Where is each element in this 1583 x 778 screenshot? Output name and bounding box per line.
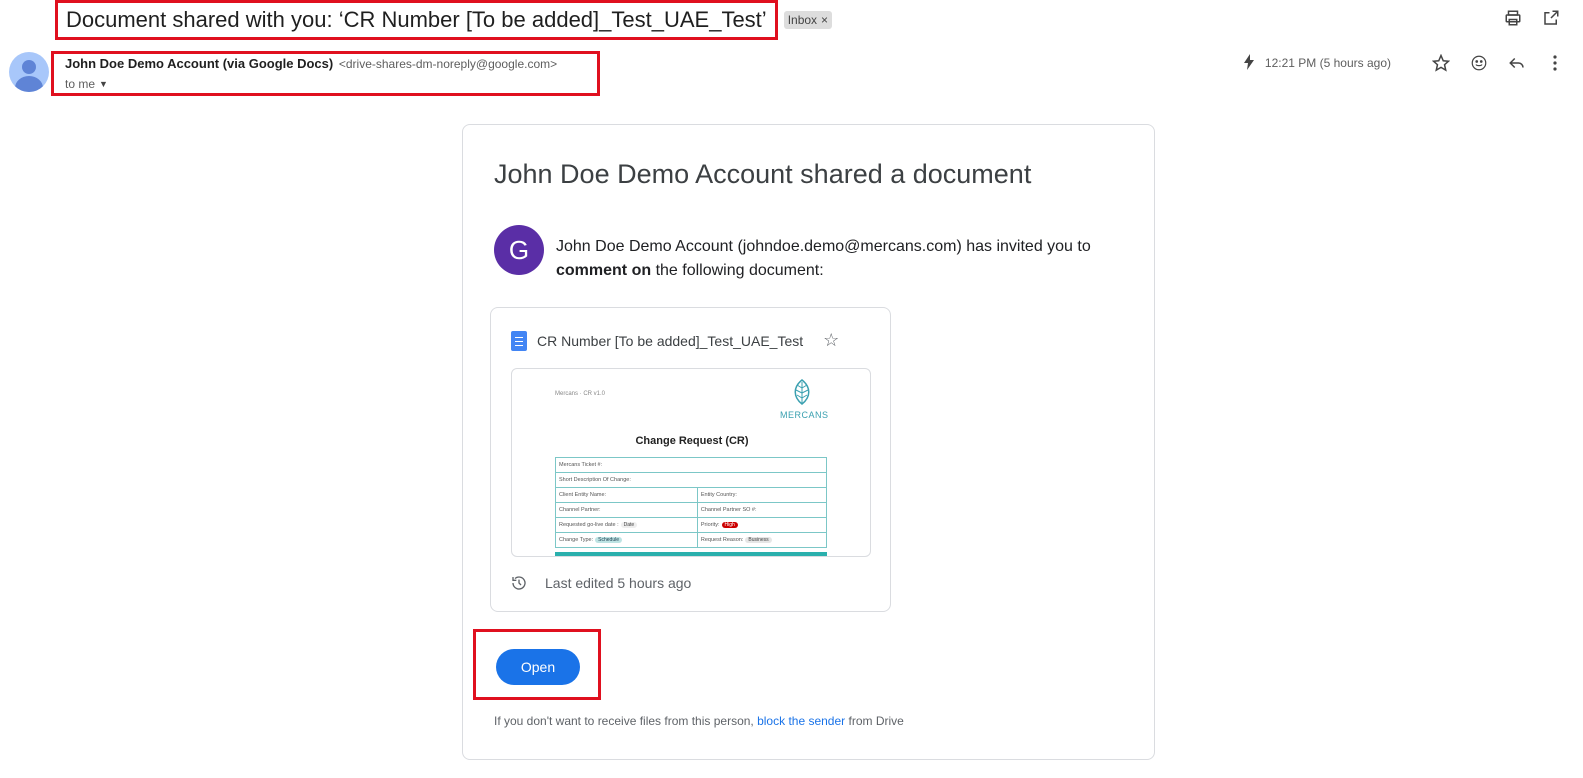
sender-name[interactable]: John Doe Demo Account (via Google Docs)	[65, 56, 333, 71]
sender-email: <drive-shares-dm-noreply@google.com>	[338, 57, 558, 71]
share-notification-card: John Doe Demo Account shared a document …	[462, 124, 1155, 760]
open-in-new-icon[interactable]	[1541, 8, 1561, 28]
recipient-text: to me	[65, 77, 96, 91]
invite-prefix: John Doe Demo Account (johndoe.demo@merc…	[556, 238, 1091, 255]
table-cell: Priority: High	[696, 517, 828, 533]
card-title: John Doe Demo Account shared a document	[494, 159, 1032, 189]
recipient-details-toggle[interactable]: to me ▼	[65, 77, 597, 91]
invite-permission: comment on	[556, 262, 652, 279]
email-subject: Document shared with you: ‘CR Number [To…	[66, 7, 767, 32]
sender-highlight-box: John Doe Demo Account (via Google Docs) …	[51, 51, 600, 96]
star-icon[interactable]	[1431, 53, 1451, 73]
sender-line: John Doe Demo Account (via Google Docs) …	[65, 56, 597, 71]
star-icon[interactable]: ☆	[823, 330, 839, 351]
sharer-avatar: G	[494, 225, 544, 275]
cell-label: Change Type:	[559, 537, 594, 543]
table-row: Short Description Of Change:	[555, 472, 827, 488]
table-cell: Short Description Of Change:	[555, 472, 827, 488]
footer-suffix: from Drive	[845, 714, 904, 728]
table-cell: Channel Partner SO #:	[696, 502, 828, 518]
subject-highlight-box: Document shared with you: ‘CR Number [To…	[55, 0, 778, 40]
last-edited-row: Last edited 5 hours ago	[511, 575, 691, 591]
message-meta: 12:21 PM (5 hours ago)	[1239, 52, 1565, 74]
table-cell: Request Reason: Business	[696, 532, 828, 548]
message-time: 12:21 PM (5 hours ago)	[1264, 56, 1391, 70]
table-row: Client Entity Name: Entity Country:	[555, 487, 828, 503]
print-icon[interactable]	[1503, 8, 1523, 28]
chevron-down-icon[interactable]: ▼	[99, 79, 108, 89]
mercans-logo: MERCANS	[780, 379, 829, 420]
table-cell: Channel Partner:	[555, 502, 698, 518]
table-row: Change Type: Schedule Request Reason: Busi…	[555, 532, 828, 548]
open-button[interactable]: Open	[496, 649, 580, 685]
change-type-chip: Schedule	[595, 537, 623, 543]
table-cell: Entity Country:	[696, 487, 828, 503]
document-name[interactable]: CR Number [To be added]_Test_UAE_Test	[537, 333, 803, 349]
google-docs-icon	[511, 330, 527, 351]
preview-title: Change Request (CR)	[635, 435, 749, 447]
document-card[interactable]: CR Number [To be added]_Test_UAE_Test ☆ …	[490, 307, 891, 612]
invite-message: John Doe Demo Account (johndoe.demo@merc…	[556, 235, 1116, 283]
footer-note: If you don't want to receive files from …	[494, 714, 904, 728]
top-actions	[1503, 8, 1561, 28]
sender-avatar[interactable]	[9, 52, 49, 92]
last-edited-text: Last edited 5 hours ago	[545, 575, 692, 591]
table-cell: Client Entity Name:	[555, 487, 698, 503]
table-cell: Change Type: Schedule	[555, 532, 698, 548]
cell-label: Request Reason:	[700, 537, 744, 543]
history-icon	[511, 575, 527, 591]
preview-accent-bar	[555, 552, 827, 556]
table-row: Channel Partner: Channel Partner SO #:	[555, 502, 828, 518]
table-cell: Mercans Ticket #:	[555, 457, 827, 473]
block-sender-link[interactable]: block the sender	[757, 714, 845, 728]
footer-prefix: If you don't want to receive files from …	[494, 714, 758, 728]
reason-chip: Business	[745, 537, 772, 543]
document-preview[interactable]: Mercans · CR v1.0 MERCANS Change Request…	[511, 368, 871, 557]
table-row: Mercans Ticket #:	[555, 457, 827, 473]
preview-table: Mercans Ticket #: Short Description Of C…	[555, 457, 828, 548]
inbox-label-text: Inbox	[787, 13, 818, 27]
remove-label-icon[interactable]: ×	[821, 13, 828, 27]
table-row: Requested go-live date : Date Priority: Hi…	[555, 517, 828, 533]
bolt-icon	[1239, 53, 1259, 73]
reply-icon[interactable]	[1507, 53, 1527, 73]
preview-brand: MERCANS	[780, 410, 829, 420]
inbox-label-chip[interactable]: Inbox ×	[783, 11, 833, 29]
open-highlight-box: Open	[473, 629, 601, 700]
subject-row: Document shared with you: ‘CR Number [To…	[55, 0, 833, 40]
cell-label: Requested go-live date :	[559, 522, 619, 528]
table-cell: Requested go-live date : Date	[555, 517, 698, 533]
invite-suffix: the following document:	[651, 262, 824, 279]
emoji-icon[interactable]	[1469, 53, 1489, 73]
priority-chip: High	[721, 522, 738, 528]
more-vert-icon[interactable]	[1545, 53, 1565, 73]
document-header: CR Number [To be added]_Test_UAE_Test ☆	[511, 330, 839, 351]
cell-label: Priority:	[700, 522, 720, 528]
preview-top-label: Mercans · CR v1.0	[555, 391, 606, 397]
date-chip: Date	[620, 522, 638, 528]
